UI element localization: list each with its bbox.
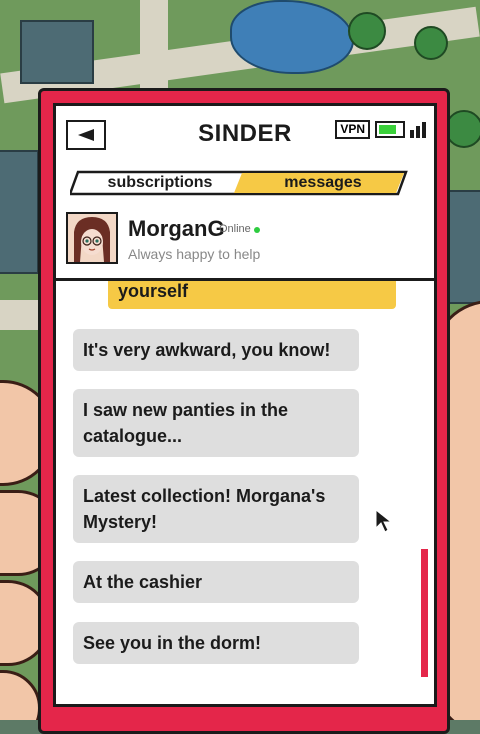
contact-tagline: Always happy to help	[128, 246, 261, 262]
tree	[414, 26, 448, 60]
sent-message-bubble: yourself	[108, 281, 396, 309]
building-roof	[20, 20, 94, 84]
received-message-bubble: At the cashier	[73, 561, 359, 603]
online-dot-icon	[254, 227, 260, 233]
phone-frame: SINDER VPN subscriptions messages Morgan…	[38, 88, 450, 734]
phone-screen: SINDER VPN subscriptions messages Morgan…	[53, 103, 437, 707]
tree	[445, 110, 480, 148]
signal-icon	[410, 121, 426, 138]
received-message-bubble: I saw new panties in the catalogue...	[73, 389, 359, 457]
tree	[348, 12, 386, 50]
building-roof	[0, 150, 39, 274]
tab-messages[interactable]: messages	[248, 170, 398, 196]
received-message-bubble: It's very awkward, you know!	[73, 329, 359, 371]
status-indicators: VPN	[335, 120, 426, 139]
road	[0, 300, 40, 330]
battery-icon	[375, 121, 405, 138]
message-list[interactable]: yourself It's very awkward, you know! I …	[56, 281, 434, 704]
received-message-bubble: Latest collection! Morgana's Mystery!	[73, 475, 359, 543]
signal-bar	[416, 125, 420, 138]
mouse-cursor-icon	[375, 508, 393, 533]
vpn-badge: VPN	[335, 120, 370, 139]
contact-header: MorganG Online Always happy to help	[56, 206, 434, 280]
character-portrait-icon	[68, 214, 116, 262]
contact-name: MorganG	[128, 216, 225, 241]
battery-fill	[379, 125, 396, 134]
scrollbar[interactable]	[421, 549, 428, 677]
tab-bar: subscriptions messages	[70, 170, 408, 196]
tab-subscriptions[interactable]: subscriptions	[80, 170, 240, 196]
signal-bar	[410, 129, 414, 138]
top-bar: SINDER VPN	[56, 106, 434, 154]
avatar[interactable]	[66, 212, 118, 264]
online-status: Online	[219, 223, 251, 235]
received-message-bubble: See you in the dorm!	[73, 622, 359, 664]
signal-bar	[422, 121, 426, 138]
